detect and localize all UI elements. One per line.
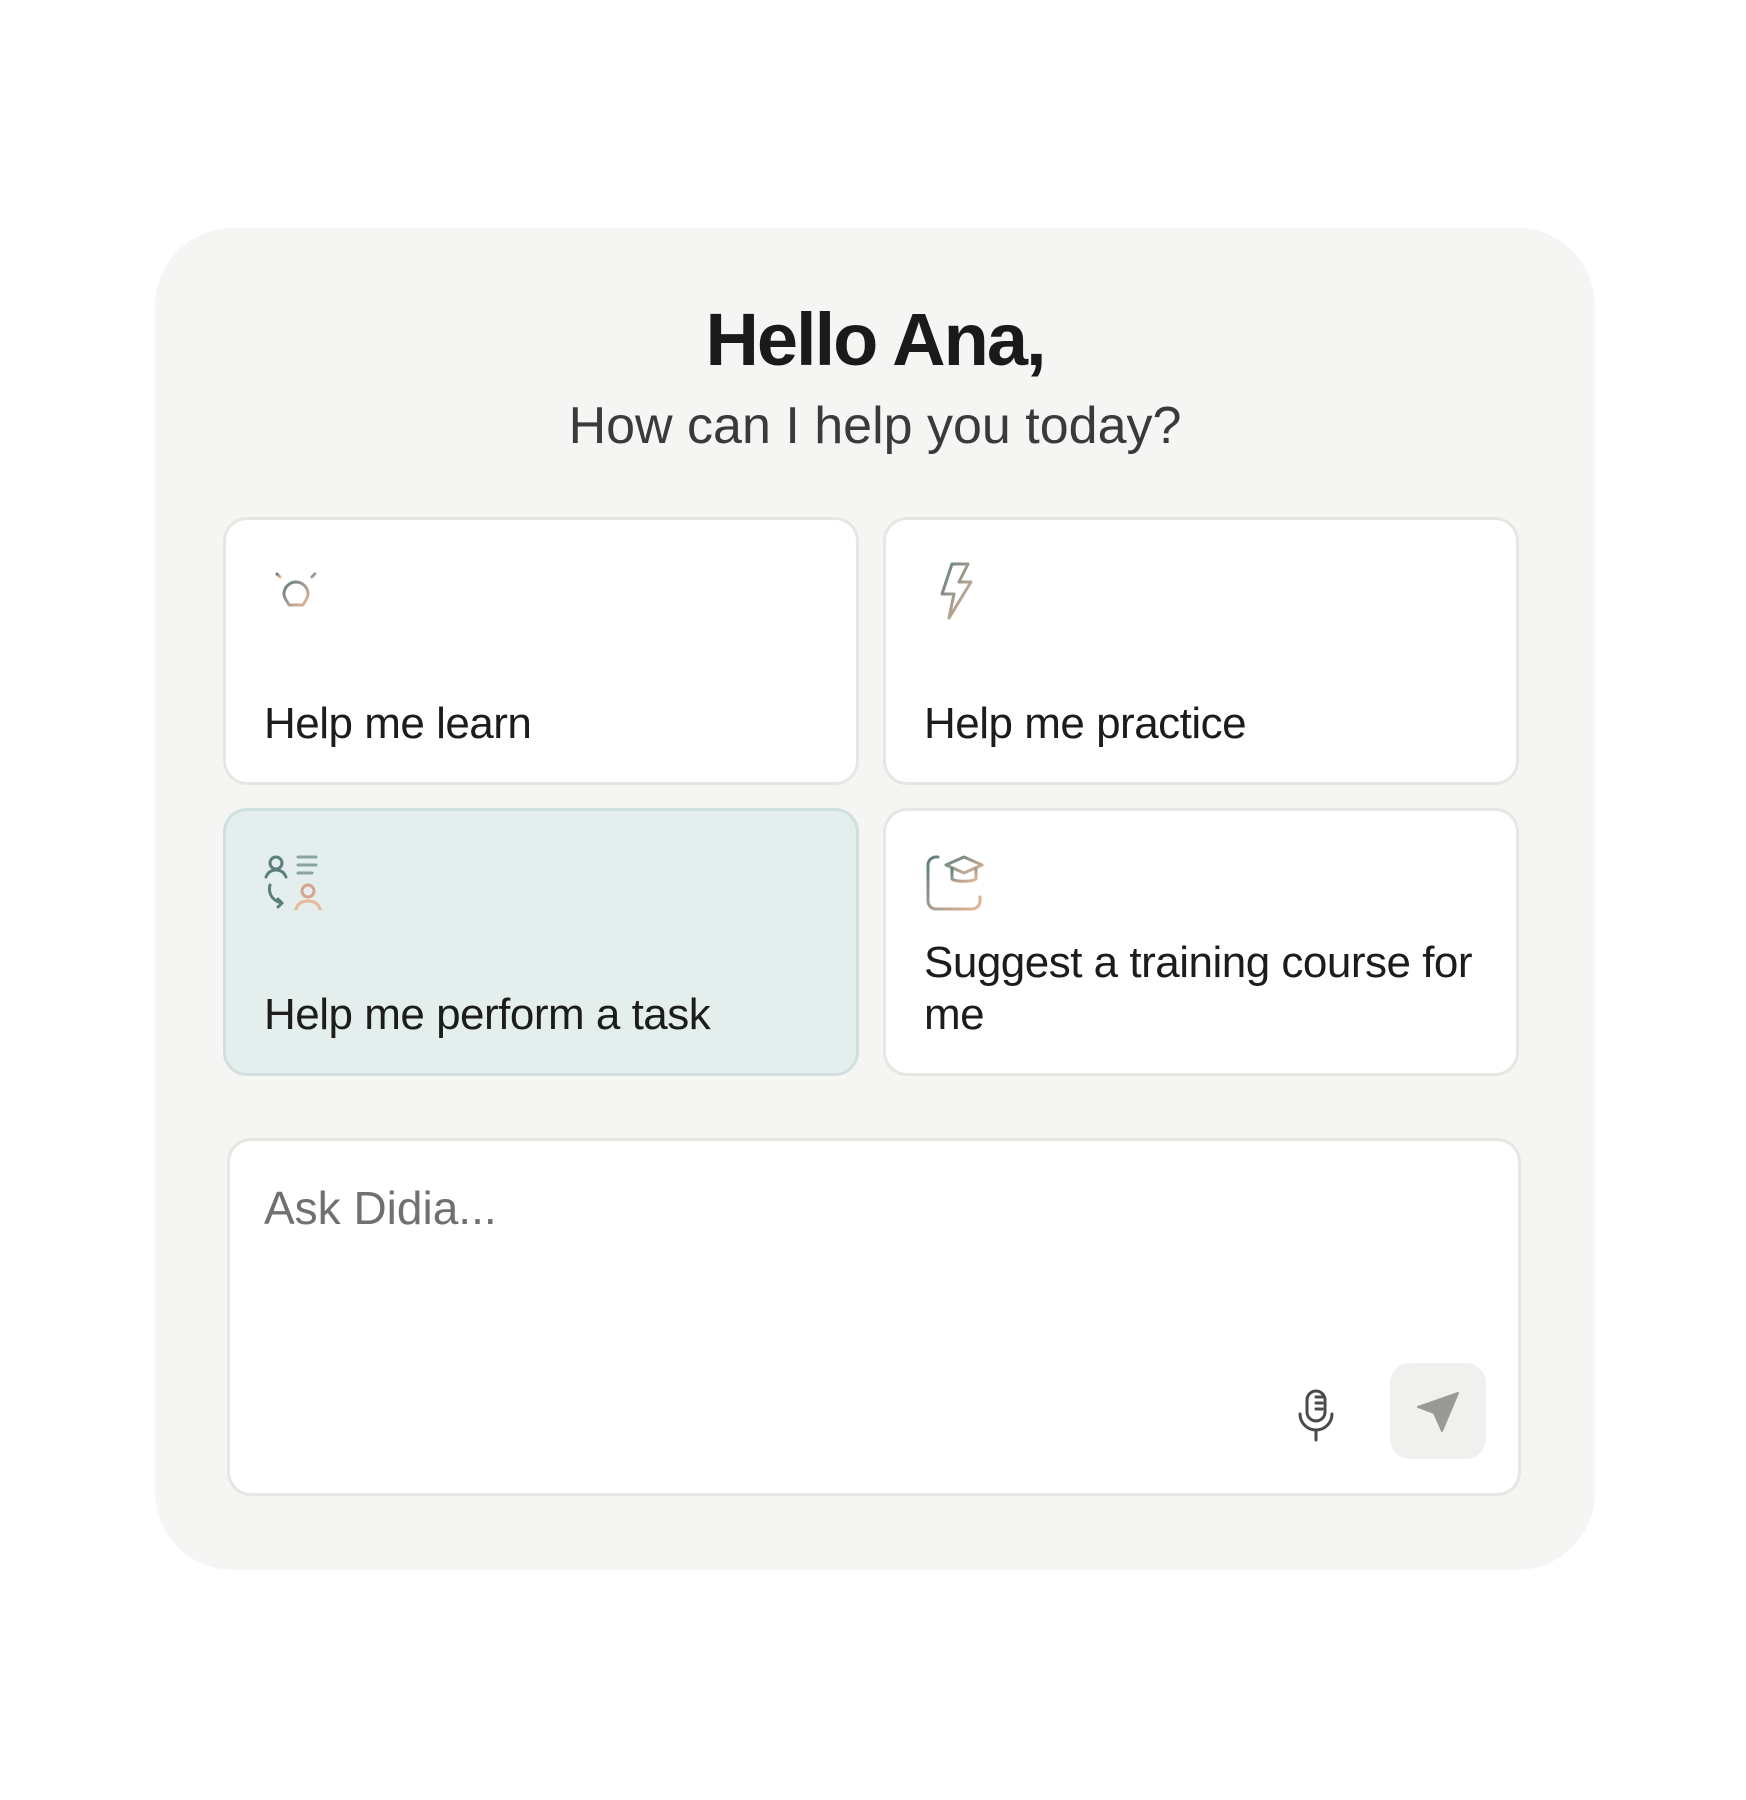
task-people-icon bbox=[264, 855, 322, 911]
microphone-icon bbox=[1298, 1389, 1334, 1442]
chat-input-box bbox=[227, 1138, 1521, 1496]
mic-button[interactable] bbox=[1287, 1384, 1345, 1448]
card-help-me-learn[interactable]: Help me learn bbox=[223, 517, 859, 785]
lightbulb-icon bbox=[266, 564, 326, 617]
lightning-icon bbox=[940, 562, 973, 620]
greeting-title: Hello Ana, bbox=[705, 298, 1046, 381]
card-label: Suggest a training course for me bbox=[924, 938, 1473, 1039]
card-suggest-training-course[interactable]: Suggest a training course for me bbox=[883, 808, 1519, 1076]
graduation-cap-icon bbox=[926, 855, 984, 911]
card-label: Help me perform a task bbox=[264, 990, 711, 1039]
ask-input[interactable] bbox=[264, 1181, 1364, 1301]
card-label: Help me learn bbox=[264, 699, 532, 748]
assistant-panel: Hello Ana, How can I help you today? Hel… bbox=[155, 228, 1595, 1570]
card-help-me-practice[interactable]: Help me practice bbox=[883, 517, 1519, 785]
send-icon bbox=[1417, 1392, 1459, 1432]
send-button[interactable] bbox=[1390, 1363, 1486, 1459]
card-help-me-perform-task[interactable]: Help me perform a task bbox=[223, 808, 859, 1076]
greeting-subtitle: How can I help you today? bbox=[568, 397, 1182, 455]
card-label: Help me practice bbox=[924, 699, 1247, 748]
